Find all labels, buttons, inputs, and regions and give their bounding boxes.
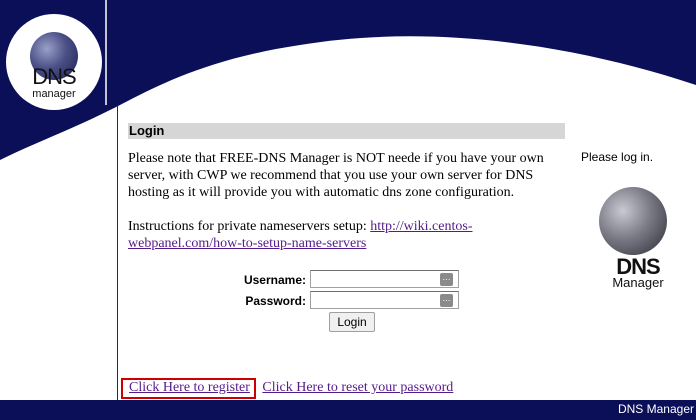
sidebar-logo-manager-text: Manager	[612, 275, 664, 290]
instructions-text: Instructions for private nameservers set…	[128, 218, 565, 252]
instructions-prefix: Instructions for private nameservers set…	[128, 219, 371, 234]
globe-icon	[599, 187, 667, 255]
free-dns-note: Please note that FREE-DNS Manager is NOT…	[128, 151, 544, 200]
login-panel: Login Please note that FREE-DNS Manager …	[128, 123, 565, 252]
password-input[interactable]	[310, 291, 459, 309]
login-heading: Login	[128, 123, 565, 139]
footer-text: DNS Manager	[617, 402, 694, 416]
login-button[interactable]: Login	[329, 312, 375, 332]
footer: DNS Manager	[0, 400, 696, 420]
logo-manager-text: manager	[32, 88, 76, 100]
username-input[interactable]	[310, 270, 459, 288]
register-link[interactable]: Click Here to register	[129, 380, 250, 395]
keyboard-icon[interactable]: ⋯	[440, 273, 453, 286]
reset-password-link[interactable]: Click Here to reset your password	[262, 380, 453, 395]
password-row: Password:	[245, 291, 306, 311]
content-divider	[117, 105, 118, 400]
logo-dns-text: DNS	[32, 64, 76, 89]
register-highlight: Click Here to register	[121, 378, 256, 399]
username-row: Username:	[243, 270, 306, 290]
please-log-in-note: Please log in.	[581, 150, 654, 164]
dns-manager-logo: DNS manager	[6, 14, 102, 110]
keyboard-icon[interactable]: ⋯	[440, 294, 453, 307]
bottom-links: Click Here to register Click Here to res…	[121, 378, 453, 399]
password-label: Password:	[245, 294, 306, 308]
username-label: Username:	[243, 273, 306, 287]
